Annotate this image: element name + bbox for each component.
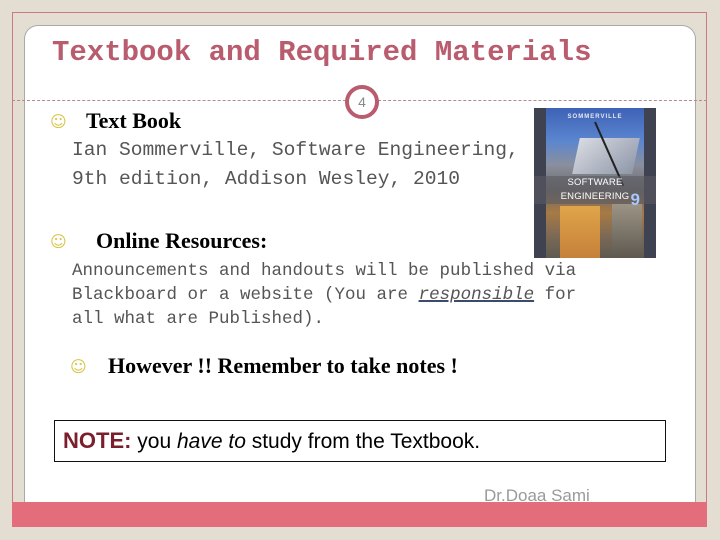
textbook-heading: Text Book [86, 108, 182, 133]
online-line-2-text: Blackboard or a website (You are [72, 285, 419, 305]
bottom-accent-bar [12, 502, 707, 527]
textbook-line-1: Ian Sommerville, Software Engineering, [72, 139, 519, 161]
book-cover-image: SOMMERVILLE SOFTWARE ENGINEERING 9 [534, 108, 656, 258]
online-heading: Online Resources: [96, 228, 268, 253]
reminder-text: However !! Remember to take notes ! [108, 353, 458, 378]
slide-title: Textbook and Required Materials [52, 36, 592, 69]
building-shape [612, 204, 642, 258]
bullet-icon: ☺ [50, 232, 67, 251]
responsible-emphasis: responsible [418, 285, 535, 305]
note-emphasis: have to [176, 430, 246, 453]
note-box: NOTE: you have to study from the Textboo… [54, 420, 666, 462]
note-text-tail: study from the Textbook. [245, 430, 481, 453]
building-shape [560, 206, 600, 258]
online-line-3: all what are Published). [72, 309, 325, 329]
note-label: NOTE: [63, 428, 132, 453]
bullet-icon: ☺ [70, 357, 87, 376]
online-line-1: Announcements and handouts will be publi… [72, 261, 577, 281]
online-line-2-tail: for [534, 285, 577, 305]
textbook-line-2: 9th edition, Addison Wesley, 2010 [72, 168, 461, 190]
book-author: SOMMERVILLE [567, 114, 623, 120]
slide-number-badge: 4 [345, 85, 379, 119]
note-text: you [131, 430, 177, 453]
online-line-2: Blackboard or a website (You are respons… [72, 283, 576, 307]
book-edition: 9 [630, 190, 640, 209]
bullet-icon: ☺ [50, 112, 67, 131]
